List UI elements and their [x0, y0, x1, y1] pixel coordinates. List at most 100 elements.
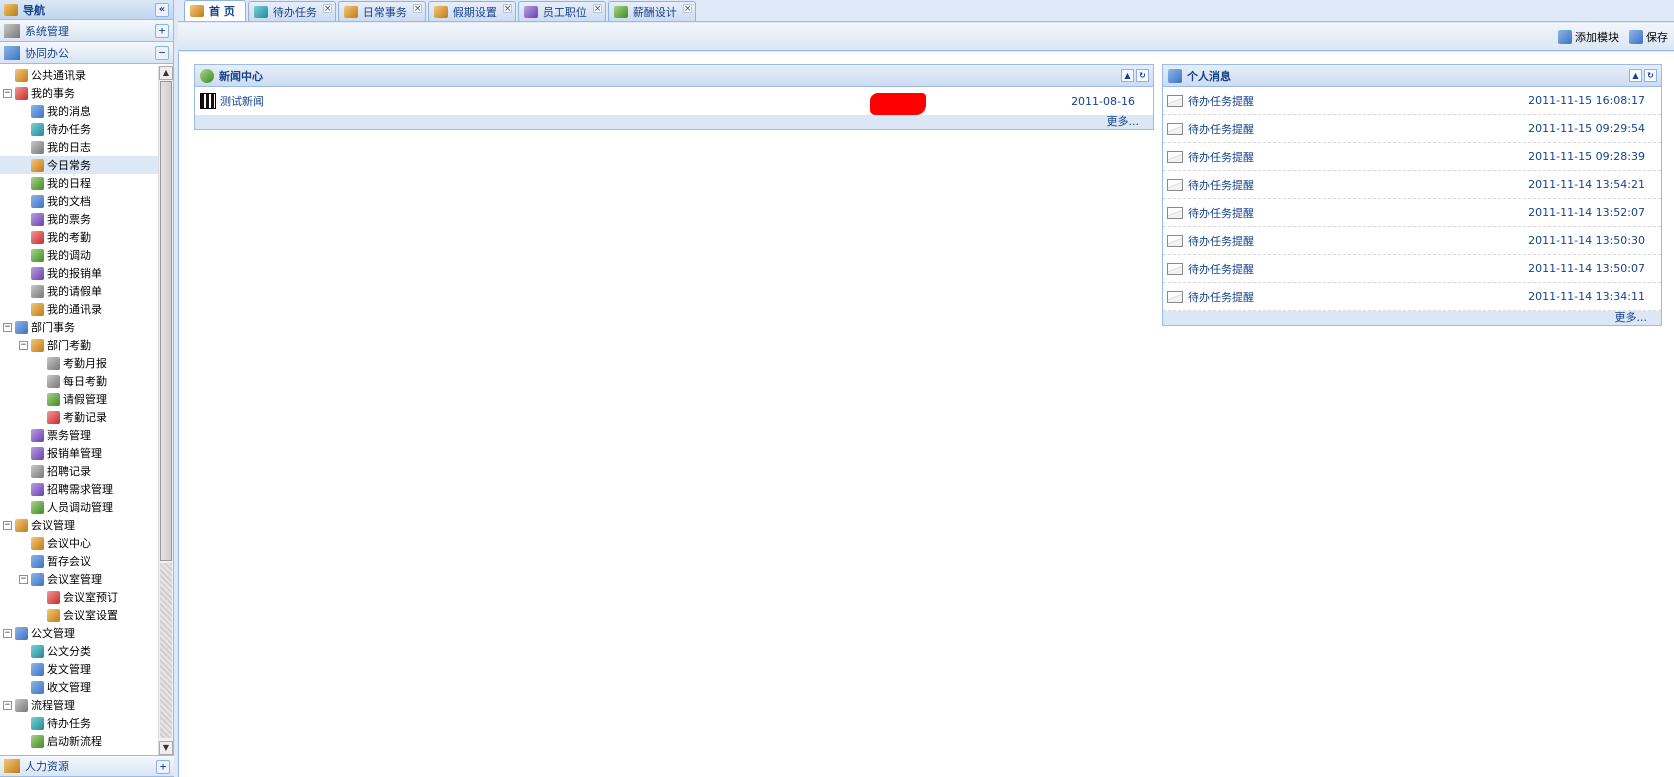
tree-item[interactable]: 我的文档	[0, 192, 158, 210]
globe-icon	[200, 68, 214, 83]
salary-icon	[613, 5, 628, 18]
tree-toggle[interactable]: −	[3, 628, 12, 638]
tab-5[interactable]: 薪酬设计 ×	[607, 1, 696, 21]
collapse-nav-button[interactable]: «	[155, 3, 169, 17]
message-title-link[interactable]: 待办任务提醒	[1188, 121, 1254, 137]
message-title-link[interactable]: 待办任务提醒	[1188, 205, 1254, 221]
tree-item[interactable]: − 部门事务	[0, 318, 158, 336]
tree-toggle[interactable]: −	[19, 340, 28, 350]
message-title-link[interactable]: 待办任务提醒	[1188, 93, 1254, 109]
tree-item[interactable]: 收文管理	[0, 678, 158, 696]
tree-item[interactable]: 待办任务	[0, 714, 158, 732]
scroll-up-arrow[interactable]: ▲	[159, 66, 173, 80]
tree-item[interactable]: − 公文管理	[0, 624, 158, 642]
tree-item[interactable]: 招聘需求管理	[0, 480, 158, 498]
accordion-human-resources[interactable]: 人力资源 +	[0, 755, 174, 777]
tree-item[interactable]: 启动新流程	[0, 732, 158, 750]
tree-item[interactable]: 招聘记录	[0, 462, 158, 480]
tree-item[interactable]: − 流程管理	[0, 696, 158, 714]
tree-item[interactable]: 今日常务	[0, 156, 158, 174]
tree-item[interactable]: 公共通讯录	[0, 66, 158, 84]
tab-close-icon[interactable]: ×	[412, 4, 422, 14]
tree-item[interactable]: 请假管理	[0, 390, 158, 408]
tree-toggle[interactable]: −	[3, 520, 12, 530]
tree-item[interactable]: − 我的事务	[0, 84, 158, 102]
plus-icon	[1558, 30, 1572, 44]
tree-item[interactable]: 发文管理	[0, 660, 158, 678]
tree-item[interactable]: 会议中心	[0, 534, 158, 552]
message-title-link[interactable]: 待办任务提醒	[1188, 289, 1254, 305]
accordion-collaborative-office[interactable]: 协同办公 −	[0, 42, 173, 64]
tree-toggle[interactable]: −	[19, 574, 28, 584]
tab-0[interactable]: 首 页	[184, 0, 246, 21]
tree-item[interactable]: 暂存会议	[0, 552, 158, 570]
tree-toggle[interactable]: −	[3, 88, 12, 98]
message-item: 待办任务提醒 2011-11-14 13:54:21	[1163, 171, 1661, 199]
today-icon	[31, 158, 44, 172]
tab-3[interactable]: 假期设置 ×	[427, 1, 516, 21]
tree-item[interactable]: 我的通讯录	[0, 300, 158, 318]
tab-close-icon[interactable]: ×	[502, 4, 512, 14]
tree-item[interactable]: 我的请假单	[0, 282, 158, 300]
collapse-button[interactable]: −	[155, 46, 169, 60]
tab-4[interactable]: 员工职位 ×	[517, 1, 606, 21]
tree-item[interactable]: 我的考勤	[0, 228, 158, 246]
tab-1[interactable]: 待办任务 ×	[247, 1, 336, 21]
tree-item-label: 待办任务	[47, 123, 91, 136]
news-more-link[interactable]: 更多...	[195, 115, 1153, 129]
message-title-link[interactable]: 待办任务提醒	[1188, 261, 1254, 277]
message-title-link[interactable]: 待办任务提醒	[1188, 177, 1254, 193]
tree-item[interactable]: 每日考勤	[0, 372, 158, 390]
tab-2[interactable]: 日常事务 ×	[337, 1, 426, 21]
add-module-button[interactable]: 添加模块	[1558, 29, 1619, 45]
tree-item[interactable]: 会议室设置	[0, 606, 158, 624]
collapse-portlet-button[interactable]: ▲	[1121, 69, 1134, 82]
refresh-portlet-button[interactable]: ↻	[1644, 69, 1657, 82]
expand-button[interactable]: +	[155, 24, 169, 38]
tree-item[interactable]: 会议室预订	[0, 588, 158, 606]
tree-item[interactable]: 考勤记录	[0, 408, 158, 426]
message-title-link[interactable]: 待办任务提醒	[1188, 233, 1254, 249]
tab-close-icon[interactable]: ×	[682, 4, 692, 14]
tree-item[interactable]: − 会议管理	[0, 516, 158, 534]
tab-close-icon[interactable]: ×	[322, 4, 332, 14]
scroll-thumb[interactable]	[160, 81, 172, 561]
tree-item-label: 启动新流程	[47, 735, 102, 748]
expand-button[interactable]: +	[156, 760, 170, 774]
refresh-portlet-button[interactable]: ↻	[1136, 69, 1149, 82]
tree-item[interactable]: − 会议室管理	[0, 570, 158, 588]
accordion-system-management[interactable]: 系统管理 +	[0, 20, 173, 42]
tree-item[interactable]: 公文分类	[0, 642, 158, 660]
task-icon	[31, 122, 44, 136]
tab-close-icon[interactable]: ×	[592, 4, 602, 14]
tree-item[interactable]: 我的调动	[0, 246, 158, 264]
tree-scrollbar[interactable]: ▲ ▼	[158, 66, 173, 755]
scroll-track[interactable]	[160, 563, 172, 738]
room-icon	[31, 572, 44, 586]
scroll-down-arrow[interactable]: ▼	[159, 741, 173, 755]
save-button[interactable]: 保存	[1629, 29, 1668, 45]
tree-toggle[interactable]: −	[3, 700, 12, 710]
tree-item[interactable]: 我的日程	[0, 174, 158, 192]
tree-item[interactable]: 我的报销单	[0, 264, 158, 282]
record-icon	[31, 464, 44, 478]
tree-item[interactable]: 我的日志	[0, 138, 158, 156]
envelope-icon	[1167, 262, 1183, 275]
tree-item[interactable]: 我的票务	[0, 210, 158, 228]
tree-item[interactable]: 考勤月报	[0, 354, 158, 372]
message-title-link[interactable]: 待办任务提醒	[1188, 149, 1254, 165]
messages-more-link[interactable]: 更多...	[1163, 311, 1661, 325]
tree-item[interactable]: 我的消息	[0, 102, 158, 120]
nav-tree: 公共通讯录 − 我的事务 我的消息 待办任务 我的日志 今日常务 我的日程 我的文档 我的票务 我的…	[0, 66, 158, 755]
flow-icon	[15, 698, 28, 712]
tab-bar: 首 页 待办任务 × 日常事务 × 假期设置 × 员工职位 × 薪酬设计 ×	[178, 0, 1674, 22]
tree-item[interactable]: 报销单管理	[0, 444, 158, 462]
news-title-link[interactable]: 测试新闻	[220, 93, 264, 109]
collapse-portlet-button[interactable]: ▲	[1629, 69, 1642, 82]
tree-item[interactable]: 票务管理	[0, 426, 158, 444]
tree-item[interactable]: 人员调动管理	[0, 498, 158, 516]
tree-item-label: 今日常务	[47, 159, 91, 172]
tree-item[interactable]: 待办任务	[0, 120, 158, 138]
tree-toggle[interactable]: −	[3, 322, 12, 332]
tree-item[interactable]: − 部门考勤	[0, 336, 158, 354]
